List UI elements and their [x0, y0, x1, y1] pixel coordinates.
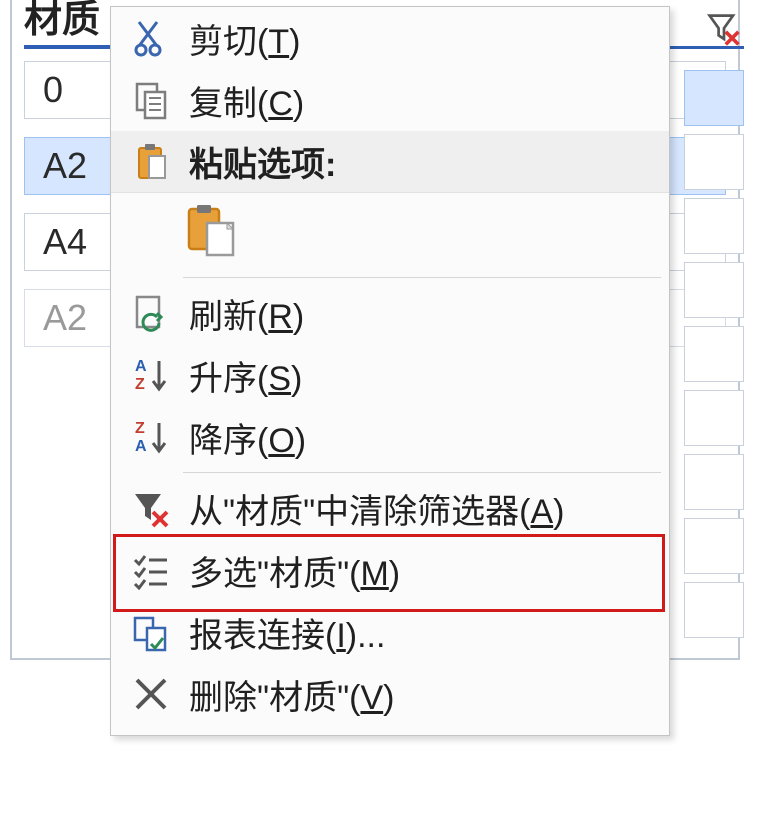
menu-report-connections[interactable]: 报表连接(I) [111, 601, 669, 663]
menu-label: 复制(C) [183, 76, 661, 125]
menu-sort-descending[interactable]: ZA 降序(O) [111, 406, 669, 468]
context-menu: 剪切(T) 复制(C) 粘贴选项: 刷新(R) [110, 6, 670, 736]
menu-label: 降序(O) [183, 413, 661, 462]
menu-label: 删除"材质"(V) [183, 670, 661, 719]
menu-refresh[interactable]: 刷新(R) [111, 282, 669, 344]
menu-label: 报表连接(I) [183, 608, 661, 657]
list-item[interactable] [684, 70, 744, 126]
slicer-underline [24, 45, 114, 49]
menu-clear-filter[interactable]: 从"材质"中清除筛选器(A) [111, 477, 669, 539]
menu-label: 刷新(R) [183, 289, 661, 338]
report-connections-icon [119, 612, 183, 652]
menu-copy[interactable]: 复制(C) [111, 69, 669, 131]
funnel-clear-icon [119, 488, 183, 528]
svg-text:A: A [135, 358, 147, 375]
list-item[interactable] [684, 262, 744, 318]
menu-label: 从"材质"中清除筛选器(A) [183, 484, 661, 533]
menu-label: 升序(S) [183, 351, 661, 400]
clear-filter-icon[interactable] [706, 12, 742, 48]
sort-desc-icon: ZA [119, 417, 183, 457]
list-item[interactable] [684, 326, 744, 382]
menu-paste-option[interactable] [111, 193, 669, 273]
paste-icon [183, 203, 239, 264]
slicer2-items-partial [684, 70, 744, 638]
clipboard-icon [119, 142, 183, 182]
cut-icon [119, 18, 183, 58]
menu-delete[interactable]: 删除"材质"(V) [111, 663, 669, 725]
sort-asc-icon: AZ [119, 355, 183, 395]
menu-separator [183, 277, 661, 278]
refresh-icon [119, 293, 183, 333]
list-item[interactable] [684, 198, 744, 254]
list-item[interactable] [684, 582, 744, 638]
slicer-title: 材质 [24, 0, 100, 43]
menu-separator [183, 472, 661, 473]
list-item[interactable] [684, 454, 744, 510]
svg-text:Z: Z [135, 376, 145, 393]
menu-paste-options-header: 粘贴选项: [111, 131, 669, 193]
list-item[interactable] [684, 134, 744, 190]
svg-text:A: A [135, 438, 147, 455]
delete-icon [119, 674, 183, 714]
list-item[interactable] [684, 518, 744, 574]
menu-label: 多选"材质"(M) [183, 546, 661, 595]
multi-select-icon [119, 550, 183, 590]
svg-text:Z: Z [135, 420, 145, 437]
menu-label: 剪切(T) [183, 14, 661, 63]
menu-sort-ascending[interactable]: AZ 升序(S) [111, 344, 669, 406]
list-item[interactable] [684, 390, 744, 446]
copy-icon [119, 80, 183, 120]
menu-cut[interactable]: 剪切(T) [111, 7, 669, 69]
menu-multi-select[interactable]: 多选"材质"(M) [111, 539, 669, 601]
menu-label: 粘贴选项: [183, 137, 661, 186]
